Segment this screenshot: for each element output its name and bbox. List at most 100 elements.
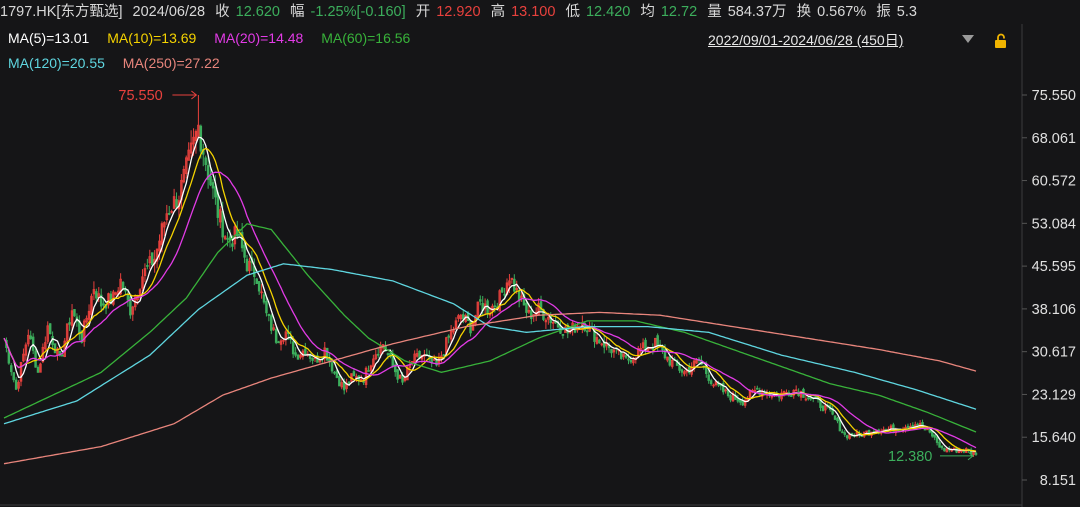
candle-body <box>221 210 224 238</box>
candle-body <box>296 354 300 360</box>
candle-body <box>294 352 297 356</box>
candle-body <box>243 244 246 258</box>
candle-body <box>257 281 261 292</box>
candle-body <box>304 348 307 356</box>
candle-body <box>311 357 314 361</box>
candle-body <box>238 233 241 236</box>
candle-body <box>338 375 341 387</box>
candlestick-chart[interactable]: 75.550 68.061 60.572 53.084 45.595 38.106 30.6… <box>0 0 1080 507</box>
y-tick-label: 23.129 <box>1032 387 1076 403</box>
candle-body <box>561 334 565 336</box>
candle-body <box>928 429 932 433</box>
candle-body <box>325 347 329 361</box>
low-annotation: 12.380 <box>888 449 932 465</box>
candle-body <box>396 369 399 380</box>
candle-body <box>347 381 351 384</box>
candle-body <box>493 305 497 308</box>
y-tick-label: 38.106 <box>1032 302 1076 318</box>
candle-body <box>231 243 234 247</box>
candle-body <box>845 435 849 439</box>
candle-body <box>255 278 258 284</box>
candle-body <box>656 335 659 346</box>
candle-body <box>916 423 919 426</box>
dropdown-arrow-icon[interactable] <box>962 35 974 43</box>
candle-body <box>308 355 312 359</box>
candle-body <box>267 313 271 316</box>
candle-body <box>935 436 939 443</box>
candle-body <box>619 351 623 359</box>
candle-body <box>610 348 613 354</box>
candle-body <box>36 367 40 373</box>
candle-body <box>10 365 13 373</box>
candle-body <box>525 302 528 313</box>
candle-body <box>175 199 178 208</box>
y-tick-label: 15.640 <box>1032 430 1076 446</box>
candle-body <box>709 380 713 385</box>
candle-body <box>270 315 273 331</box>
candle-body <box>442 354 446 357</box>
ma120-legend: MA(120)=20.55 <box>8 55 105 71</box>
y-tick-label: 60.572 <box>1032 174 1076 190</box>
candle-body <box>12 372 15 381</box>
candle-body <box>736 398 740 402</box>
candle-body <box>933 434 936 438</box>
ma-legend-row-1: MA(5)=13.01 MA(10)=13.69 MA(20)=14.48 MA… <box>8 30 424 46</box>
candle-body <box>418 350 421 359</box>
candle-body <box>833 415 837 420</box>
candle-body <box>367 370 370 372</box>
candle-body <box>211 182 215 189</box>
candle-body <box>48 323 52 335</box>
candle-body <box>678 365 681 371</box>
candle-body <box>245 258 249 272</box>
candle-body <box>150 252 154 266</box>
candle-body <box>598 339 601 344</box>
ma250-line <box>3 311 977 465</box>
candle-body <box>741 400 744 406</box>
candle-body <box>226 238 229 240</box>
candle-body <box>479 299 482 302</box>
candle-body <box>962 450 966 453</box>
candle-body <box>167 212 171 215</box>
candle-body <box>262 294 266 303</box>
ma10-legend: MA(10)=13.69 <box>107 30 197 46</box>
candle-body <box>668 356 672 366</box>
y-tick-label: 53.084 <box>1032 216 1076 232</box>
date-range-selector[interactable]: 2022/09/01-2024/06/28 (450日) <box>708 30 903 50</box>
candle-body <box>53 343 57 354</box>
candle-body <box>14 379 18 390</box>
candle-body <box>61 354 64 357</box>
candle-body <box>836 417 839 422</box>
lock-icon[interactable] <box>993 33 1011 49</box>
ma5-legend: MA(5)=13.01 <box>8 30 90 46</box>
y-tick-label: 30.617 <box>1032 345 1076 361</box>
candle-body <box>68 322 71 325</box>
y-tick-label: 68.061 <box>1032 131 1076 147</box>
ma60-legend: MA(60)=16.56 <box>321 30 411 46</box>
candle-body <box>277 341 280 344</box>
candle-body <box>146 265 149 267</box>
candle-body <box>841 431 844 434</box>
ma20-legend: MA(20)=14.48 <box>214 30 304 46</box>
candle-body <box>462 314 465 320</box>
candle-body <box>938 442 941 448</box>
candle-body <box>335 370 339 378</box>
candle-body <box>790 395 793 397</box>
candle-body <box>500 287 504 293</box>
ma250-legend: MA(250)=27.22 <box>122 55 220 71</box>
candle-body <box>680 369 684 373</box>
candle-body <box>447 335 450 338</box>
candle-body <box>729 395 732 401</box>
y-tick-label: 75.550 <box>1032 88 1076 104</box>
candle-body <box>333 371 336 374</box>
candle-body <box>756 387 759 390</box>
candle-body <box>627 358 630 361</box>
candle-body <box>624 355 628 358</box>
candle-body <box>209 175 212 186</box>
candle-body <box>503 293 506 296</box>
candle-body <box>809 397 813 400</box>
candle-body <box>204 157 207 166</box>
ma-legend-row-2: MA(120)=20.55 MA(250)=27.22 <box>8 55 234 71</box>
y-tick-label: 8.151 <box>1040 473 1076 489</box>
candle-body <box>291 341 295 355</box>
candle-body <box>923 428 927 431</box>
